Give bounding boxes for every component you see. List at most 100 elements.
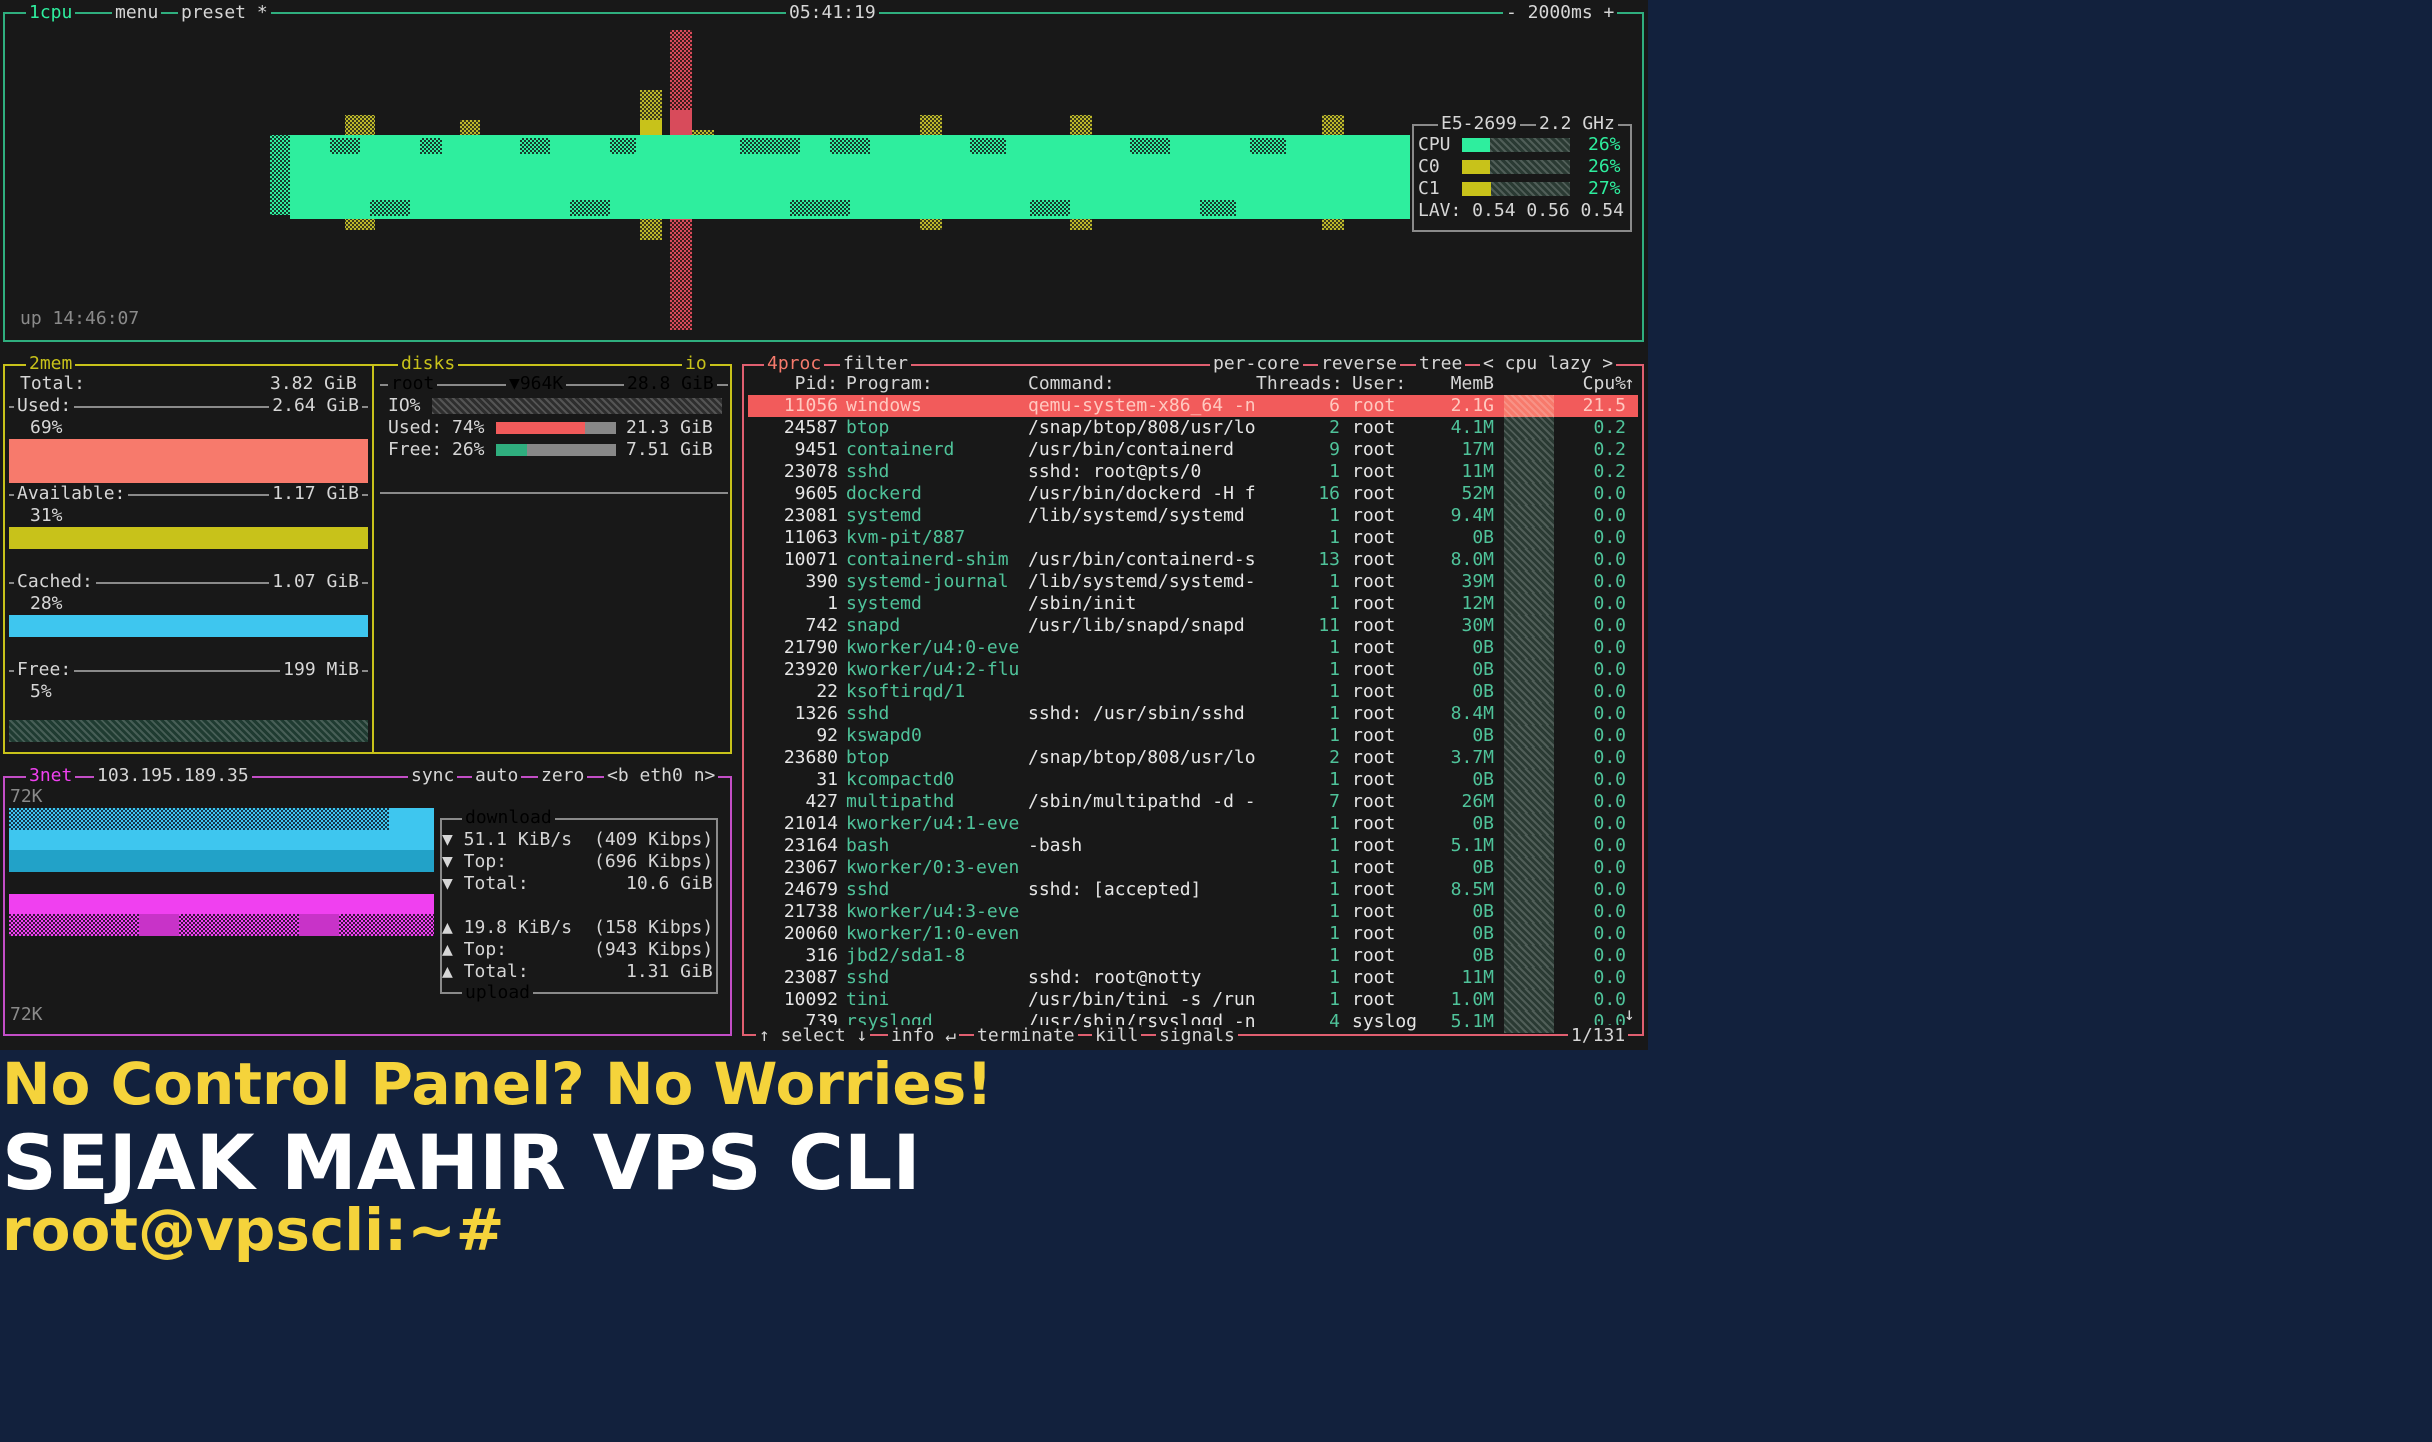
proc-row[interactable]: 427 multipathd/sbin/multipathd -d - 7 root 2… [748,791,1638,813]
proc-tree-toggle[interactable]: tree [1416,353,1466,375]
col-command[interactable]: Command: [1028,373,1115,395]
net-up-top: ▲ Top: [442,939,508,960]
proc-select-hint[interactable]: ↑ select ↓ [756,1025,871,1047]
proc-row[interactable]: 1326 sshd sshd: /usr/sbin/sshd 1 root 8.4M 0.0 [748,703,1638,725]
proc-mem: 0B [1472,901,1494,922]
proc-info-hint[interactable]: info ↵ [888,1025,960,1047]
cpu-graph-bars [270,30,1410,330]
proc-mem: 8.0M [1450,549,1494,570]
disk-free-track [496,444,616,456]
col-user[interactable]: User: [1352,373,1406,395]
proc-row[interactable]: 23920 kworker/u4:2-flu 1 root 0B 0.0 [748,659,1638,681]
proc-program: windows [846,395,922,416]
proc-row[interactable]: 23067 kworker/0:3-even 1 root 0B 0.0 [748,857,1638,879]
proc-mem: 11M [1461,967,1494,988]
cpu-row-meter-fill [1462,160,1491,174]
tab-mem[interactable]: 2mem [26,353,76,375]
proc-row[interactable]: 390 systemd-journal/lib/systemd/systemd- 1… [748,571,1638,593]
net-up-rate: ▲ 19.8 KiB/s [442,917,573,938]
proc-row[interactable]: 22 ksoftirqd/1 1 root 0B 0.0 [748,681,1638,703]
proc-row[interactable]: 24679 sshd sshd: [accepted] 1 root 8.5M 0.0 [748,879,1638,901]
tab-io[interactable]: io [682,353,710,375]
proc-filter[interactable]: filter [840,353,912,375]
proc-cpu-graph [1504,879,1554,901]
tab-preset[interactable]: preset * [178,2,271,24]
col-cpu[interactable]: Cpu% [1566,373,1626,395]
proc-mem: 8.5M [1450,879,1494,900]
proc-cpu-graph [1504,835,1554,857]
proc-pid: 11056 [783,395,838,416]
col-mem[interactable]: MemB [1408,373,1494,395]
uptime: up 14:46:07 [20,308,140,329]
net-zero-toggle[interactable]: zero [538,765,588,787]
proc-kill-hint[interactable]: kill [1092,1025,1142,1047]
proc-scroll-up[interactable]: ↑ [1624,373,1635,395]
proc-count: 1/131 [1568,1025,1629,1047]
tab-proc[interactable]: 4proc [764,353,825,375]
proc-row[interactable]: 9451 containerd/usr/bin/containerd 9 root 17… [748,439,1638,461]
proc-pid: 23087 [783,967,838,988]
proc-cpu-graph [1504,923,1554,945]
proc-pid: 21738 [783,901,838,922]
proc-pid: 11063 [783,527,838,548]
proc-row[interactable]: 21738 kworker/u4:3-eve 1 root 0B 0.0 [748,901,1638,923]
tab-cpu[interactable]: 1cpu [26,2,76,24]
proc-cpu-graph [1504,461,1554,483]
proc-cpu-graph [1504,439,1554,461]
proc-row[interactable]: 23680 btop/snap/btop/808/usr/lo 2 root 3.7M 0… [748,747,1638,769]
mem-item-percent: 28% [30,593,63,614]
proc-row[interactable]: 1 systemd/sbin/init 1 root 12M 0.0 [748,593,1638,615]
proc-row[interactable]: 21790 kworker/u4:0-eve 1 root 0B 0.0 [748,637,1638,659]
proc-command: /usr/bin/dockerd -H f [1028,483,1256,504]
net-interface-selector[interactable]: <b eth0 n> [604,765,719,787]
proc-pid: 24679 [783,879,838,900]
proc-row[interactable]: 24587 btop/snap/btop/808/usr/lo 2 root 4.1M 0… [748,417,1638,439]
col-pid[interactable]: Pid: [748,373,838,395]
proc-threads: 2 [1329,417,1340,438]
disk-used-pct: 74% [452,417,485,438]
proc-cpu: 0.0 [1593,483,1626,504]
net-auto-toggle[interactable]: auto [472,765,522,787]
col-program[interactable]: Program: [846,373,933,395]
proc-reverse-toggle[interactable]: reverse [1318,353,1400,375]
proc-per-core-toggle[interactable]: per-core [1210,353,1303,375]
proc-row[interactable]: 92 kswapd0 1 root 0B 0.0 [748,725,1638,747]
proc-cpu: 0.0 [1593,967,1626,988]
proc-row[interactable]: 23081 systemd/lib/systemd/systemd 1 root 9.4… [748,505,1638,527]
proc-row[interactable]: 11056 windows qemu-system-x86_64 -n 6 root 2.… [748,395,1638,417]
proc-cpu-graph [1504,857,1554,879]
proc-row[interactable]: 23087 sshd sshd: root@notty 1 root 11M 0.0 [748,967,1638,989]
proc-mem: 0B [1472,813,1494,834]
proc-row[interactable]: 21014 kworker/u4:1-eve 1 root 0B 0.0 [748,813,1638,835]
col-threads[interactable]: Threads: [1256,373,1343,395]
proc-row[interactable]: 316 jbd2/sda1-8 1 root 0B 0.0 [748,945,1638,967]
proc-row[interactable]: 742 snapd/usr/lib/snapd/snapd 11 root 30M 0.0 [748,615,1638,637]
proc-row[interactable]: 10071 containerd-shim/usr/bin/containerd-… [748,549,1638,571]
tab-disks[interactable]: disks [398,353,459,375]
proc-signals-hint[interactable]: signals [1156,1025,1238,1047]
proc-row[interactable]: 9605 dockerd/usr/bin/dockerd -H f 16 root 52… [748,483,1638,505]
proc-program: kworker/u4:2-flu [846,659,1020,680]
tab-menu[interactable]: menu [112,2,162,24]
proc-row[interactable]: 11063 kvm-pit/887 1 root 0B 0.0 [748,527,1638,549]
proc-row[interactable]: 10092 tini/usr/bin/tini -s /run 1 root 1.0M 0… [748,989,1638,1011]
proc-row[interactable]: 20060 kworker/1:0-even 1 root 0B 0.0 [748,923,1638,945]
proc-threads: 1 [1329,681,1340,702]
proc-sort-selector[interactable]: < cpu lazy > [1480,353,1617,375]
proc-cpu: 0.0 [1593,879,1626,900]
tab-net[interactable]: 3net [26,765,76,787]
proc-threads: 9 [1329,439,1340,460]
proc-row[interactable]: 31 kcompactd0 1 root 0B 0.0 [748,769,1638,791]
proc-mem: 2.1G [1450,395,1494,416]
proc-row[interactable]: 23078 sshd sshd: root@pts/0 1 root 11M 0.2 [748,461,1638,483]
update-interval[interactable]: - 2000ms + [1503,2,1618,24]
net-sync-toggle[interactable]: sync [408,765,458,787]
proc-cpu-graph [1504,703,1554,725]
disk-used-label: Used: [388,417,443,438]
proc-terminate-hint[interactable]: terminate [974,1025,1078,1047]
proc-user: root [1352,967,1396,988]
proc-user: root [1352,439,1396,460]
proc-program: dockerd [846,483,922,504]
proc-pid: 24587 [783,417,838,438]
proc-row[interactable]: 23164 bash -bash 1 root 5.1M 0.0 [748,835,1638,857]
